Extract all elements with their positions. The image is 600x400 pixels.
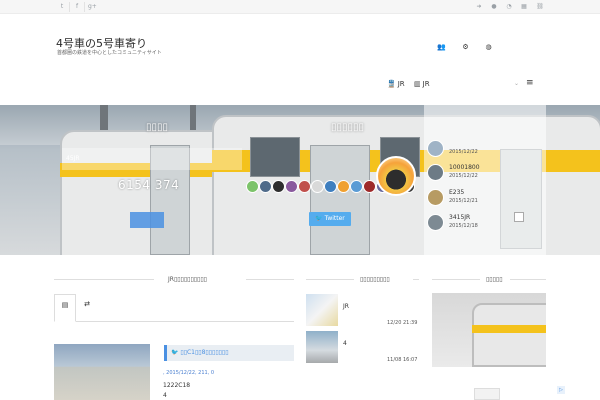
post-date: 2015/12/22 bbox=[449, 149, 478, 155]
user-icon[interactable]: ● bbox=[490, 3, 498, 11]
hero-left-label: ▯▯▯▯ bbox=[146, 122, 169, 133]
googleplus-icon[interactable]: g+ bbox=[88, 3, 97, 11]
train-car bbox=[472, 303, 546, 367]
post-thumbnail[interactable] bbox=[54, 344, 150, 400]
post-meta: , 2015/12/22, 211, 0 bbox=[163, 370, 215, 376]
chevron-down-icon[interactable]: ⌄ bbox=[514, 80, 519, 87]
post-date: 2015/12/18 bbox=[449, 223, 478, 229]
apps-icon[interactable]: ▦ bbox=[520, 3, 528, 11]
post-excerpt: 1222C18 bbox=[163, 382, 191, 389]
train-window bbox=[250, 137, 300, 177]
train-stripe bbox=[472, 325, 546, 333]
post-thumbnail bbox=[427, 214, 444, 231]
post-date: 2015/12/21 bbox=[449, 198, 478, 204]
visitor-counter: 6154 374 bbox=[118, 178, 180, 192]
nav-label: JR bbox=[397, 80, 405, 88]
section-heading-jr: JR▯▯▯▯▯▯▯▯▯▯ bbox=[168, 276, 207, 283]
post-title: E235 bbox=[449, 189, 465, 196]
post-title-text: ▯▯C1▯▯8▯▯▯▯▯▯▯ bbox=[180, 349, 229, 356]
post-date: 2015/12/22 bbox=[449, 173, 478, 179]
separator bbox=[84, 2, 85, 12]
train-door bbox=[310, 145, 370, 255]
hero-center-label: ▯▯▯▯▯▯ bbox=[331, 122, 365, 133]
divider bbox=[510, 279, 546, 280]
post-title[interactable]: 🐦 ▯▯C1▯▯8▯▯▯▯▯▯▯ bbox=[164, 345, 294, 361]
site-description: 首都圏の鉄道を中心としたコミュニティサイト bbox=[57, 50, 162, 56]
avatar[interactable] bbox=[246, 180, 259, 193]
twitter-button-label: Twitter bbox=[324, 215, 345, 222]
latest-post-item[interactable]: 2015/12/22 bbox=[427, 140, 545, 162]
avatar[interactable] bbox=[363, 180, 376, 193]
latest-post-item[interactable]: E235 2015/12/21 bbox=[427, 189, 545, 211]
divider bbox=[432, 279, 480, 280]
post-excerpt: 4 bbox=[163, 392, 167, 399]
users-icon[interactable]: 👥 bbox=[437, 43, 446, 52]
adchoices-icon[interactable]: ▷ bbox=[557, 386, 565, 394]
twitter-icon[interactable]: t bbox=[58, 3, 66, 11]
avatar[interactable] bbox=[298, 180, 311, 193]
nav-item-jr-train[interactable]: 🚆 JR bbox=[387, 80, 405, 88]
post-title: 3415JR bbox=[449, 214, 471, 221]
avatar[interactable] bbox=[259, 180, 272, 193]
avatar[interactable] bbox=[272, 180, 285, 193]
nav-item-jr-chart[interactable]: ▥ JR bbox=[414, 80, 430, 88]
post-thumbnail bbox=[427, 189, 444, 206]
separator bbox=[69, 2, 70, 12]
menu-icon[interactable]: ≡ bbox=[526, 78, 534, 88]
checkbox[interactable] bbox=[514, 212, 524, 222]
divider bbox=[306, 279, 354, 280]
twitter-icon: 🐦 bbox=[171, 349, 181, 356]
facebook-icon[interactable]: f bbox=[73, 3, 81, 11]
avatar[interactable] bbox=[337, 180, 350, 193]
tab-calendar[interactable]: ▤ bbox=[54, 294, 76, 322]
post-title: 10001800 bbox=[449, 164, 480, 171]
avatar[interactable] bbox=[324, 180, 337, 193]
nav-label: JR bbox=[422, 80, 430, 88]
latest-post-item[interactable]: 3415JR 2015/12/18 bbox=[427, 214, 545, 236]
section-heading-photo: ▯▯▯▯▯ bbox=[486, 276, 503, 283]
train-icon: 🚆 bbox=[387, 80, 396, 88]
gear-icon[interactable]: ⚙ bbox=[461, 43, 470, 52]
chart-icon: ▥ bbox=[414, 80, 421, 88]
post-tabs: ▤ ⇄ bbox=[54, 294, 294, 322]
latest-post-item[interactable]: 10001800 2015/12/22 bbox=[427, 164, 545, 186]
avatar[interactable] bbox=[311, 180, 324, 193]
calendar-icon: ▤ bbox=[61, 301, 69, 309]
recent-title[interactable]: 4 bbox=[343, 340, 347, 347]
post-thumbnail bbox=[427, 164, 444, 181]
recent-thumbnail[interactable] bbox=[306, 331, 338, 363]
avatar[interactable] bbox=[350, 180, 363, 193]
section-heading-recent: ▯▯▯▯▯▯▯▯▯ bbox=[360, 276, 390, 283]
signin-icon[interactable]: ➜ bbox=[475, 3, 483, 11]
recent-title[interactable]: JR bbox=[343, 303, 349, 310]
avatar[interactable] bbox=[285, 180, 298, 193]
featured-photo[interactable] bbox=[432, 293, 546, 367]
divider bbox=[413, 279, 419, 280]
recent-thumbnail[interactable] bbox=[306, 294, 338, 326]
info-panel-text: 45JR bbox=[66, 155, 80, 162]
divider bbox=[246, 279, 294, 280]
ad-banner[interactable] bbox=[474, 388, 500, 400]
recent-date: 11/08 16:07 bbox=[387, 357, 418, 363]
post-thumbnail bbox=[427, 140, 444, 157]
recent-date: 12/20 21:39 bbox=[387, 320, 418, 326]
globe-icon[interactable]: ◍ bbox=[484, 43, 493, 52]
shuffle-icon: ⇄ bbox=[84, 300, 90, 308]
top-bar: t f g+ ➜ ● ◔ ▦ ⛓ bbox=[0, 0, 600, 14]
link-icon[interactable]: ⛓ bbox=[536, 3, 544, 11]
twitter-icon: 🐦 bbox=[315, 215, 325, 222]
featured-avatar[interactable] bbox=[376, 156, 416, 196]
divider bbox=[54, 279, 154, 280]
tab-random[interactable]: ⇄ bbox=[76, 294, 98, 322]
bell-icon[interactable]: ◔ bbox=[505, 3, 513, 11]
twitter-button[interactable]: 🐦 Twitter bbox=[309, 212, 351, 226]
hero-button[interactable] bbox=[130, 212, 164, 228]
info-panel bbox=[62, 148, 242, 170]
